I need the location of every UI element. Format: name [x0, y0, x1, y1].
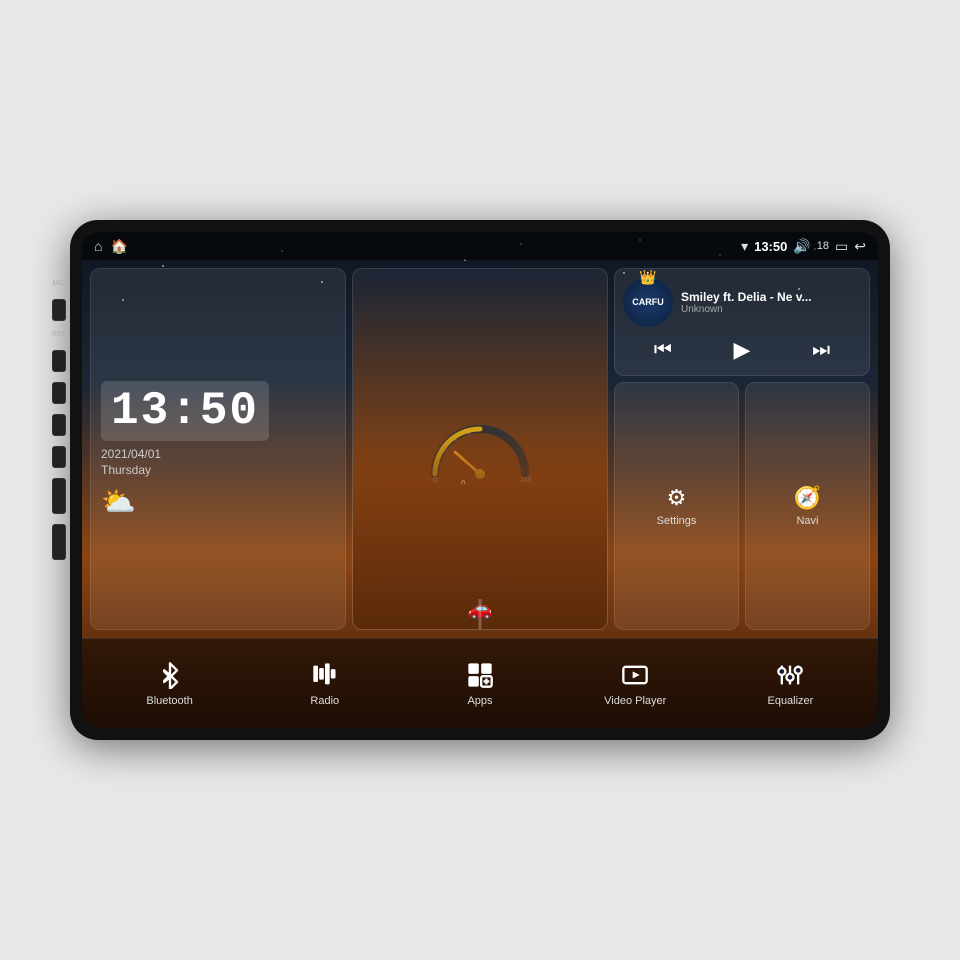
status-time: 13:50 — [754, 239, 787, 254]
logo-text: CARFU — [632, 297, 664, 307]
house-icon[interactable]: 🏠 — [110, 238, 127, 255]
prev-button[interactable]: ⏮ — [646, 335, 680, 366]
car-head-unit: MIC RST ⌂ 🏠 — [70, 220, 890, 740]
navi-button[interactable]: 🧭 Navi — [745, 382, 870, 630]
road-overlay: 🚗 — [353, 431, 607, 629]
volume-level: 18 — [817, 240, 829, 252]
music-controls: ⏮ ▶ ⏭ — [623, 333, 861, 367]
radio-label: Radio — [310, 695, 339, 707]
settings-icon: ⚙ — [667, 485, 687, 511]
music-widget: 👑 CARFU Smiley ft. Delia - Ne v... Unkno… — [614, 268, 870, 376]
radio-icon — [311, 661, 339, 689]
crown-icon: 👑 — [639, 269, 656, 286]
side-button-power[interactable] — [52, 382, 66, 404]
equalizer-icon — [776, 661, 804, 689]
music-top: 👑 CARFU Smiley ft. Delia - Ne v... Unkno… — [623, 277, 861, 327]
side-button-back[interactable] — [52, 446, 66, 468]
navi-icon: 🧭 — [794, 485, 821, 511]
status-bar: ⌂ 🏠 ▾ 13:50 🔊 18 ▭ ↩ — [82, 232, 878, 260]
wifi-icon: ▾ — [741, 238, 748, 255]
music-title: Smiley ft. Delia - Ne v... — [681, 290, 861, 304]
clock-day: Thursday — [101, 463, 151, 477]
side-button-home[interactable] — [52, 414, 66, 436]
side-button-rst[interactable] — [52, 350, 66, 372]
radio-button[interactable]: Radio — [247, 639, 402, 728]
side-button-mic[interactable] — [52, 299, 66, 321]
bluetooth-button[interactable]: Bluetooth — [92, 639, 247, 728]
bottom-bar: Bluetooth Radio — [82, 638, 878, 728]
next-button[interactable]: ⏭ — [804, 335, 838, 366]
side-buttons: MIC RST — [52, 280, 66, 560]
navi-label: Navi — [796, 515, 818, 527]
right-column: 👑 CARFU Smiley ft. Delia - Ne v... Unkno… — [614, 268, 870, 630]
clock-date: 2021/04/01 — [101, 447, 161, 461]
settings-navi-grid: ⚙ Settings 🧭 Navi — [614, 382, 870, 630]
rst-label: RST — [52, 331, 66, 338]
speedometer-inner: 0 240 0 km/h 🚗 — [353, 269, 607, 629]
equalizer-button[interactable]: Equalizer — [713, 639, 868, 728]
video-player-label: Video Player — [604, 695, 666, 707]
equalizer-label: Equalizer — [767, 695, 813, 707]
apps-icon — [466, 661, 494, 689]
bluetooth-icon — [156, 661, 184, 689]
music-info: Smiley ft. Delia - Ne v... Unknown — [681, 290, 861, 315]
main-content: 13:50 2021/04/01 Thursday ⛅ — [82, 260, 878, 638]
weather-icon: ⛅ — [101, 485, 136, 518]
settings-button[interactable]: ⚙ Settings — [614, 382, 739, 630]
status-right: ▾ 13:50 🔊 18 ▭ ↩ — [741, 238, 866, 255]
battery-icon: ▭ — [835, 238, 848, 255]
clock-widget: 13:50 2021/04/01 Thursday ⛅ — [90, 268, 346, 630]
bluetooth-label: Bluetooth — [146, 695, 192, 707]
mic-label: MIC — [52, 280, 66, 287]
apps-label: Apps — [467, 695, 492, 707]
settings-label: Settings — [657, 515, 697, 527]
video-player-icon — [621, 661, 649, 689]
home-icon[interactable]: ⌂ — [94, 238, 102, 254]
video-player-button[interactable]: Video Player — [558, 639, 713, 728]
clock-time: 13:50 — [101, 381, 269, 441]
screen: ⌂ 🏠 ▾ 13:50 🔊 18 ▭ ↩ 13:50 2021/04/01 Th… — [82, 232, 878, 728]
side-button-vol-up[interactable] — [52, 478, 66, 514]
apps-button[interactable]: Apps — [402, 639, 557, 728]
music-artist: Unknown — [681, 304, 861, 315]
music-logo: 👑 CARFU — [623, 277, 673, 327]
play-button[interactable]: ▶ — [726, 333, 759, 367]
back-icon[interactable]: ↩ — [854, 238, 866, 255]
status-left: ⌂ 🏠 — [94, 238, 128, 255]
side-button-vol-down[interactable] — [52, 524, 66, 560]
volume-icon: 🔊 — [793, 238, 810, 255]
speed-widget: 0 240 0 km/h 🚗 — [352, 268, 608, 630]
